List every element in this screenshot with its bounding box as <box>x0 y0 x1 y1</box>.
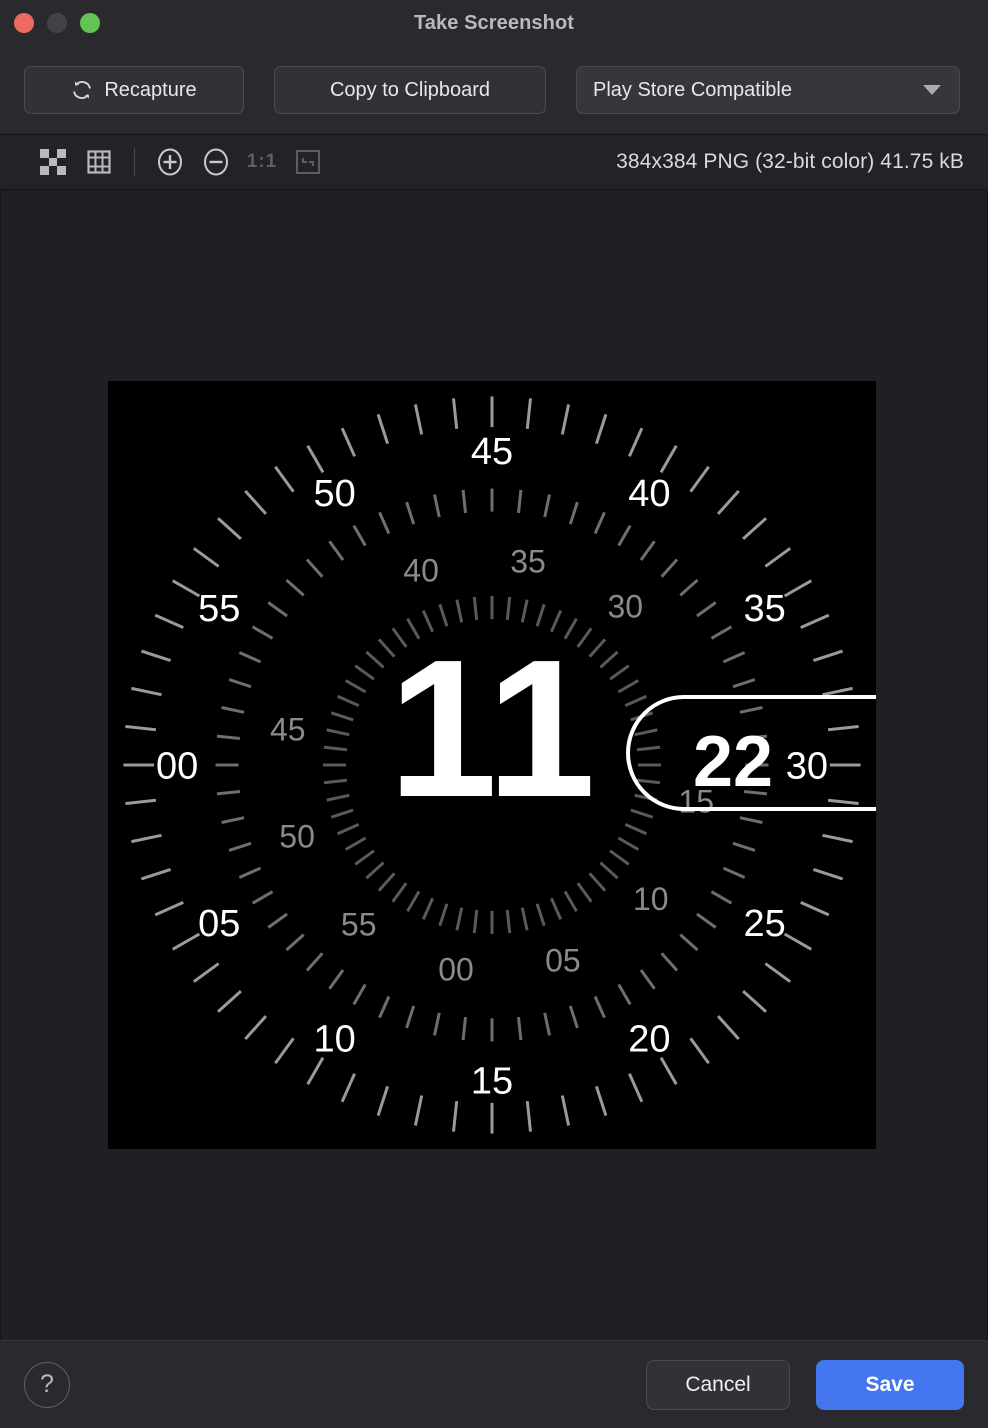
help-button[interactable]: ? <box>24 1361 70 1408</box>
inner-ring-label: 30 <box>608 589 644 625</box>
dialog-footer: ? Cancel Save <box>0 1340 988 1428</box>
big-hour-label: 11 <box>388 619 595 838</box>
grid-icon[interactable] <box>76 142 122 182</box>
toolbar-divider <box>134 148 135 176</box>
recapture-button[interactable]: Recapture <box>24 66 244 114</box>
inner-ring-label: 50 <box>279 818 315 854</box>
outer-ring-label: 00 <box>156 746 198 788</box>
outer-ring-label: 15 <box>471 1061 513 1103</box>
inner-ring-label: 00 <box>438 952 474 988</box>
minimize-window-button[interactable] <box>47 13 67 33</box>
outer-ring-label: 30 <box>786 746 828 788</box>
take-screenshot-dialog: Take Screenshot Recapture Copy to Clipbo… <box>0 0 988 1428</box>
footer-actions: Cancel Save <box>646 1359 964 1410</box>
outer-ring-label: 20 <box>628 1018 670 1060</box>
window-title: Take Screenshot <box>413 11 575 34</box>
question-mark-icon: ? <box>40 1370 54 1398</box>
zoom-out-icon[interactable] <box>193 142 239 182</box>
outer-ring-label: 55 <box>198 588 240 630</box>
inner-ring-label: 55 <box>341 906 377 942</box>
image-preview-pane[interactable]: 50 45 40 35 30 25 20 15 10 05 00 55 40 35 30 15 10 05 00 55… <box>0 190 988 1340</box>
recapture-button-label: Recapture <box>104 78 197 101</box>
actual-size-label: 1:1 <box>246 151 278 172</box>
format-select[interactable]: Play Store Compatible <box>576 66 960 114</box>
inner-ring-label: 35 <box>510 543 546 579</box>
zoom-out-glyph <box>204 148 228 176</box>
copy-to-clipboard-label: Copy to Clipboard <box>329 78 491 101</box>
fit-to-window-icon[interactable] <box>285 142 331 182</box>
copy-to-clipboard-button[interactable]: Copy to Clipboard <box>274 66 546 114</box>
watch-face-screenshot: 50 45 40 35 30 25 20 15 10 05 00 55 40 35 30 15 10 05 00 55… <box>108 381 876 1149</box>
traffic-light-group <box>14 13 100 33</box>
outer-ring-label: 50 <box>313 473 355 515</box>
maximize-window-button[interactable] <box>80 13 100 33</box>
highlight-minute-label: 22 <box>693 722 773 802</box>
watch-face-canvas: 50454035302520151005005540 35301510050055… <box>108 381 876 1149</box>
format-select-value: Play Store Compatible <box>593 78 792 101</box>
fit-to-window-glyph <box>296 150 320 174</box>
outer-ring-label: 10 <box>313 1018 355 1060</box>
outer-ring-label: 05 <box>198 903 240 945</box>
inner-ring-label: 05 <box>545 942 581 978</box>
actual-size-icon[interactable]: 1:1 <box>239 142 285 182</box>
grid-glyph <box>87 150 111 174</box>
zoom-in-icon[interactable] <box>147 142 193 182</box>
transparency-checker-icon[interactable] <box>30 142 76 182</box>
save-button-label: Save <box>865 1372 915 1396</box>
file-info-label: 384x384 PNG (32-bit color) 41.75 kB <box>616 150 964 173</box>
action-toolbar: Recapture Copy to Clipboard Play Store C… <box>0 46 988 134</box>
refresh-icon <box>71 79 93 101</box>
outer-ring-label: 35 <box>744 588 786 630</box>
title-bar: Take Screenshot <box>0 0 988 46</box>
cancel-button[interactable]: Cancel <box>646 1359 790 1410</box>
zoom-in-glyph <box>158 148 182 176</box>
chevron-down-icon <box>923 85 941 95</box>
inner-ring-label: 45 <box>270 712 306 748</box>
outer-ring-label: 40 <box>628 473 670 515</box>
close-window-button[interactable] <box>14 13 34 33</box>
checker-glyph <box>40 149 66 175</box>
cancel-button-label: Cancel <box>685 1372 751 1396</box>
inner-ring-label: 10 <box>633 881 669 917</box>
view-toolbar: 1:1 384x384 PNG (32-bit color) 41.75 kB <box>0 134 988 190</box>
inner-ring-label: 40 <box>403 553 439 589</box>
outer-ring-label: 25 <box>744 903 786 945</box>
outer-ring-label: 45 <box>471 431 513 473</box>
save-button[interactable]: Save <box>816 1359 964 1410</box>
